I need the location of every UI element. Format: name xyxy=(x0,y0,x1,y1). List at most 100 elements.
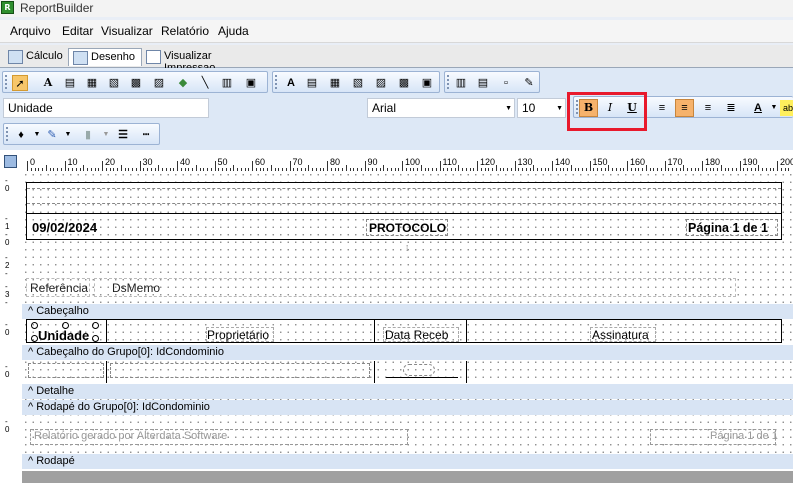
align-justify-icon[interactable]: ≣ xyxy=(723,100,739,116)
dbmemo-tool-icon[interactable]: ▤ xyxy=(304,75,320,91)
highlight-color-icon[interactable]: ab xyxy=(780,100,793,116)
footer-page[interactable]: Página 1 de 1 xyxy=(710,430,778,442)
align-right-icon[interactable]: ≡ xyxy=(700,100,716,116)
footer-text[interactable]: Relatório gerado por Alterdata Software xyxy=(34,430,227,442)
menu-editar[interactable]: Editar xyxy=(62,24,93,38)
menu-visualizar[interactable]: Visualizar xyxy=(101,24,153,38)
menu-ajuda[interactable]: Ajuda xyxy=(218,24,249,38)
image-tool-icon[interactable]: ▨ xyxy=(151,75,167,91)
ruler-tick xyxy=(739,161,741,171)
ruler-tick xyxy=(664,161,666,171)
detail-date-field[interactable] xyxy=(403,364,435,376)
column-header-assinatura[interactable]: Assinatura xyxy=(592,328,649,342)
line-color-icon[interactable]: ✎ xyxy=(44,127,60,143)
dbtext-tool-icon[interactable]: A xyxy=(283,75,299,91)
ruler-tick xyxy=(177,161,178,171)
report-date[interactable]: 09/02/2024 xyxy=(32,220,97,235)
memo-field[interactable]: DsMemo xyxy=(112,281,160,295)
toolbar-grip[interactable] xyxy=(275,75,280,89)
align-left-icon[interactable]: ≡ xyxy=(654,100,670,116)
dbimage-tool-icon[interactable]: ▨ xyxy=(373,75,389,91)
divider xyxy=(466,319,467,343)
ruler-label: 200 xyxy=(780,157,793,167)
region-tool-icon[interactable]: ▣ xyxy=(243,75,259,91)
detail-unidade-field[interactable] xyxy=(28,363,104,378)
ruler-label: 170 xyxy=(667,157,683,167)
band-cabecalho[interactable]: ^ Cabeçalho xyxy=(22,304,793,319)
select-arrow-icon[interactable]: ➚ xyxy=(12,75,28,91)
font-name-select[interactable]: Arial ▼ xyxy=(367,98,515,118)
report-title[interactable]: PROTOCOLO xyxy=(369,221,446,235)
chevron-down-icon[interactable]: ▼ xyxy=(556,105,563,112)
toolbar-grip[interactable] xyxy=(447,75,452,89)
dbrichtext-tool-icon[interactable]: ▦ xyxy=(327,75,343,91)
menu-relatorio[interactable]: Relatório xyxy=(161,24,209,38)
dbcalc-tool-icon[interactable]: ▧ xyxy=(350,75,366,91)
memo-tool-icon[interactable]: ▤ xyxy=(62,75,78,91)
chevron-down-icon[interactable]: ▼ xyxy=(98,127,114,143)
column-header-data-receb[interactable]: Data Receb xyxy=(385,328,448,342)
tab-calculo[interactable]: Cálculo xyxy=(4,48,68,66)
table-tool-icon[interactable]: ▤ xyxy=(475,75,491,91)
band-rodape[interactable]: ^ Rodapé xyxy=(22,454,793,469)
selection-handle[interactable] xyxy=(31,335,38,342)
selection-handle[interactable] xyxy=(92,335,99,342)
tab-visualizar-impressao[interactable]: Visualizar Impressao xyxy=(142,48,268,74)
ruler-label: 160 xyxy=(630,157,646,167)
ruler-label: 100 xyxy=(405,157,421,167)
column-header-proprietario[interactable]: Proprietário xyxy=(207,328,269,342)
divider xyxy=(27,203,781,204)
ruler-tick xyxy=(289,161,291,171)
crosstab-tool-icon[interactable]: ✎ xyxy=(521,75,537,91)
band-group-header[interactable]: ^ Cabeçalho do Grupo[0]: IdCondominio xyxy=(22,345,793,360)
ruler-tick xyxy=(589,161,591,171)
font-name-value: Arial xyxy=(372,101,397,115)
band-detalhe[interactable]: ^ Detalhe xyxy=(22,384,793,399)
draw-toolbar: ♦ ▼ ✎ ▼ ▮ ▼ ☰ ┅ xyxy=(3,123,160,145)
window-title: ReportBuilder xyxy=(20,1,94,15)
barcode-tool-icon[interactable]: ▥ xyxy=(219,75,235,91)
ruler-label: 60 xyxy=(255,157,266,167)
line-tool-icon[interactable]: ╲ xyxy=(197,75,213,91)
chevron-down-icon[interactable]: ▼ xyxy=(29,127,45,143)
line-style-icon[interactable]: ┅ xyxy=(138,127,154,143)
selection-handle[interactable] xyxy=(62,322,69,329)
detail-proprietario-field[interactable] xyxy=(110,363,370,378)
variable-tool-icon[interactable]: ▩ xyxy=(128,75,144,91)
highlight-frame xyxy=(567,92,647,131)
dbbarcode-tool-icon[interactable]: ▩ xyxy=(396,75,412,91)
richtext-tool-icon[interactable]: ▦ xyxy=(84,75,100,91)
line-weight-icon[interactable]: ☰ xyxy=(115,127,131,143)
component-name-field[interactable]: Unidade xyxy=(3,98,209,118)
page-break-tool-icon[interactable]: ▫ xyxy=(498,75,514,91)
shape-tool-icon[interactable]: ◆ xyxy=(175,75,191,91)
dbchart-tool-icon[interactable]: ▣ xyxy=(419,75,435,91)
fill-color-icon[interactable]: ♦ xyxy=(13,127,29,143)
align-center-icon[interactable]: ≡ xyxy=(675,99,694,117)
vruler-label: -0 xyxy=(5,417,10,434)
tab-desenho[interactable]: Desenho xyxy=(68,48,142,66)
selection-handle[interactable] xyxy=(92,322,99,329)
menu-arquivo[interactable]: Arquivo xyxy=(10,24,51,38)
font-size-select[interactable]: 10 ▼ xyxy=(517,98,566,118)
toolbar-area: ➚ A ▤ ▦ ▧ ▩ ▨ ◆ ╲ ▥ ▣ A ▤ ▦ ▧ ▨ ▩ ▣ ▥ ▤ … xyxy=(0,68,793,150)
reference-label[interactable]: Referência xyxy=(30,281,88,295)
ruler-label: 70 xyxy=(292,157,303,167)
line-thickness-icon[interactable]: ▮ xyxy=(80,127,96,143)
column-header-unidade[interactable]: Unidade xyxy=(38,328,89,343)
font-color-icon[interactable]: A xyxy=(750,100,766,116)
chevron-down-icon[interactable]: ▼ xyxy=(60,127,76,143)
selection-handle[interactable] xyxy=(31,322,38,329)
ruler-tick xyxy=(364,161,366,171)
systemvar-tool-icon[interactable]: ▧ xyxy=(106,75,122,91)
label-tool-icon[interactable]: A xyxy=(40,75,56,91)
toolbar-grip[interactable] xyxy=(6,127,11,141)
ruler-units-icon[interactable] xyxy=(4,155,17,168)
page-number[interactable]: Página 1 de 1 xyxy=(688,221,768,235)
subreport-tool-icon[interactable]: ▥ xyxy=(453,75,469,91)
ruler-label: 40 xyxy=(180,157,191,167)
chevron-down-icon[interactable]: ▼ xyxy=(505,105,512,112)
report-design-canvas[interactable]: 09/02/2024 PROTOCOLO Página 1 de 1 ⁞ Ref… xyxy=(22,171,793,471)
toolbar-grip[interactable] xyxy=(5,75,10,89)
band-group-footer[interactable]: ^ Rodapé do Grupo[0]: IdCondominio xyxy=(22,400,793,415)
